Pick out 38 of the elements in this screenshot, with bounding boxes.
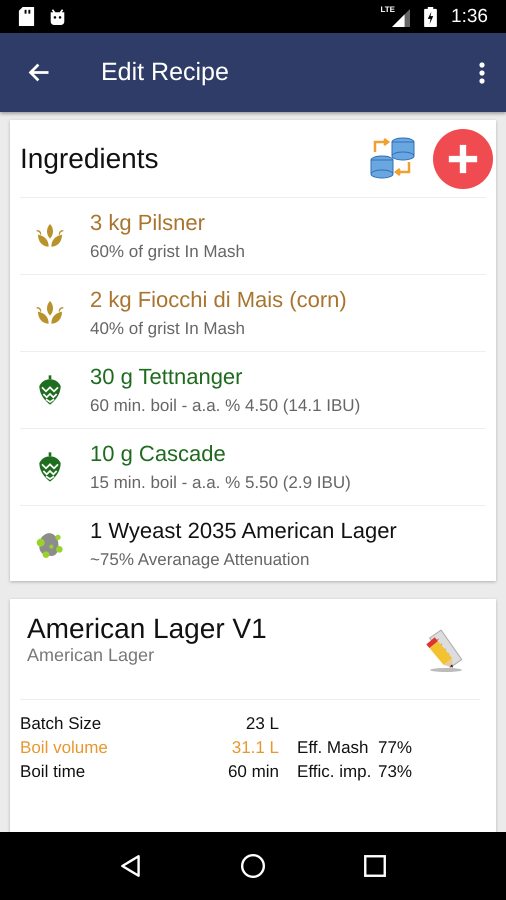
stat-label: Effic. imp.	[296, 762, 372, 782]
battery-charging-icon	[424, 6, 438, 26]
ingredient-detail: 15 min. boil - a.a. % 5.50 (2.9 IBU)	[90, 473, 351, 493]
ingredient-row[interactable]: 3 kg Pilsner 60% of grist In Mash	[20, 198, 486, 275]
stat-value: 31.1 L	[230, 738, 279, 758]
stat-value: 73%	[378, 762, 414, 782]
recipe-name: American Lager V1	[27, 613, 267, 645]
database-sync-icon[interactable]	[369, 136, 417, 182]
stat-label: Boil volume	[20, 738, 109, 758]
stat-value: 60 min	[226, 762, 279, 782]
more-menu-icon[interactable]	[478, 60, 486, 84]
section-title: Ingredients	[20, 142, 160, 174]
stat-label: Batch Size	[20, 714, 102, 734]
clock: 1:36	[451, 6, 488, 28]
home-circle-icon[interactable]	[240, 853, 266, 879]
ingredient-name: 1 Wyeast 2035 American Lager	[90, 518, 397, 544]
ingredient-detail: 40% of grist In Mash	[90, 319, 246, 339]
stat-label: Eff. Mash	[296, 738, 370, 758]
recipe-style: American Lager	[27, 645, 156, 666]
stat-value: 77%	[378, 738, 414, 758]
ingredient-name: 10 g Cascade	[90, 441, 227, 467]
robot-icon	[49, 7, 66, 26]
ingredient-row[interactable]: 1 Wyeast 2035 American Lager ~75% Averanage Attenuation	[20, 506, 486, 581]
ingredient-detail: ~75% Averanage Attenuation	[90, 550, 310, 570]
ingredient-name: 30 g Tettnanger	[90, 364, 244, 390]
ingredient-row[interactable]: 10 g Cascade 15 min. boil - a.a. % 5.50 (2.9 IBU)	[20, 429, 486, 506]
ingredient-name: 3 kg Pilsner	[90, 210, 206, 236]
stat-value: 23 L	[244, 714, 279, 734]
ingredient-name: 2 kg Fiocchi di Mais (corn)	[90, 287, 347, 313]
ingredient-row[interactable]: 30 g Tettnanger 60 min. boil - a.a. % 4.50 (14.1 IBU)	[20, 352, 486, 429]
ingredient-detail: 60% of grist In Mash	[90, 242, 245, 262]
sd-card-icon	[18, 7, 35, 26]
overview-square-icon[interactable]	[362, 853, 388, 879]
network-label: LTE	[380, 6, 396, 14]
stat-label: Boil time	[20, 762, 86, 782]
ingredient-detail: 60 min. boil - a.a. % 4.50 (14.1 IBU)	[90, 396, 360, 416]
screen-title: Edit Recipe	[101, 58, 230, 87]
ingredient-row[interactable]: 2 kg Fiocchi di Mais (corn) 40% of grist In Mash	[20, 275, 486, 352]
